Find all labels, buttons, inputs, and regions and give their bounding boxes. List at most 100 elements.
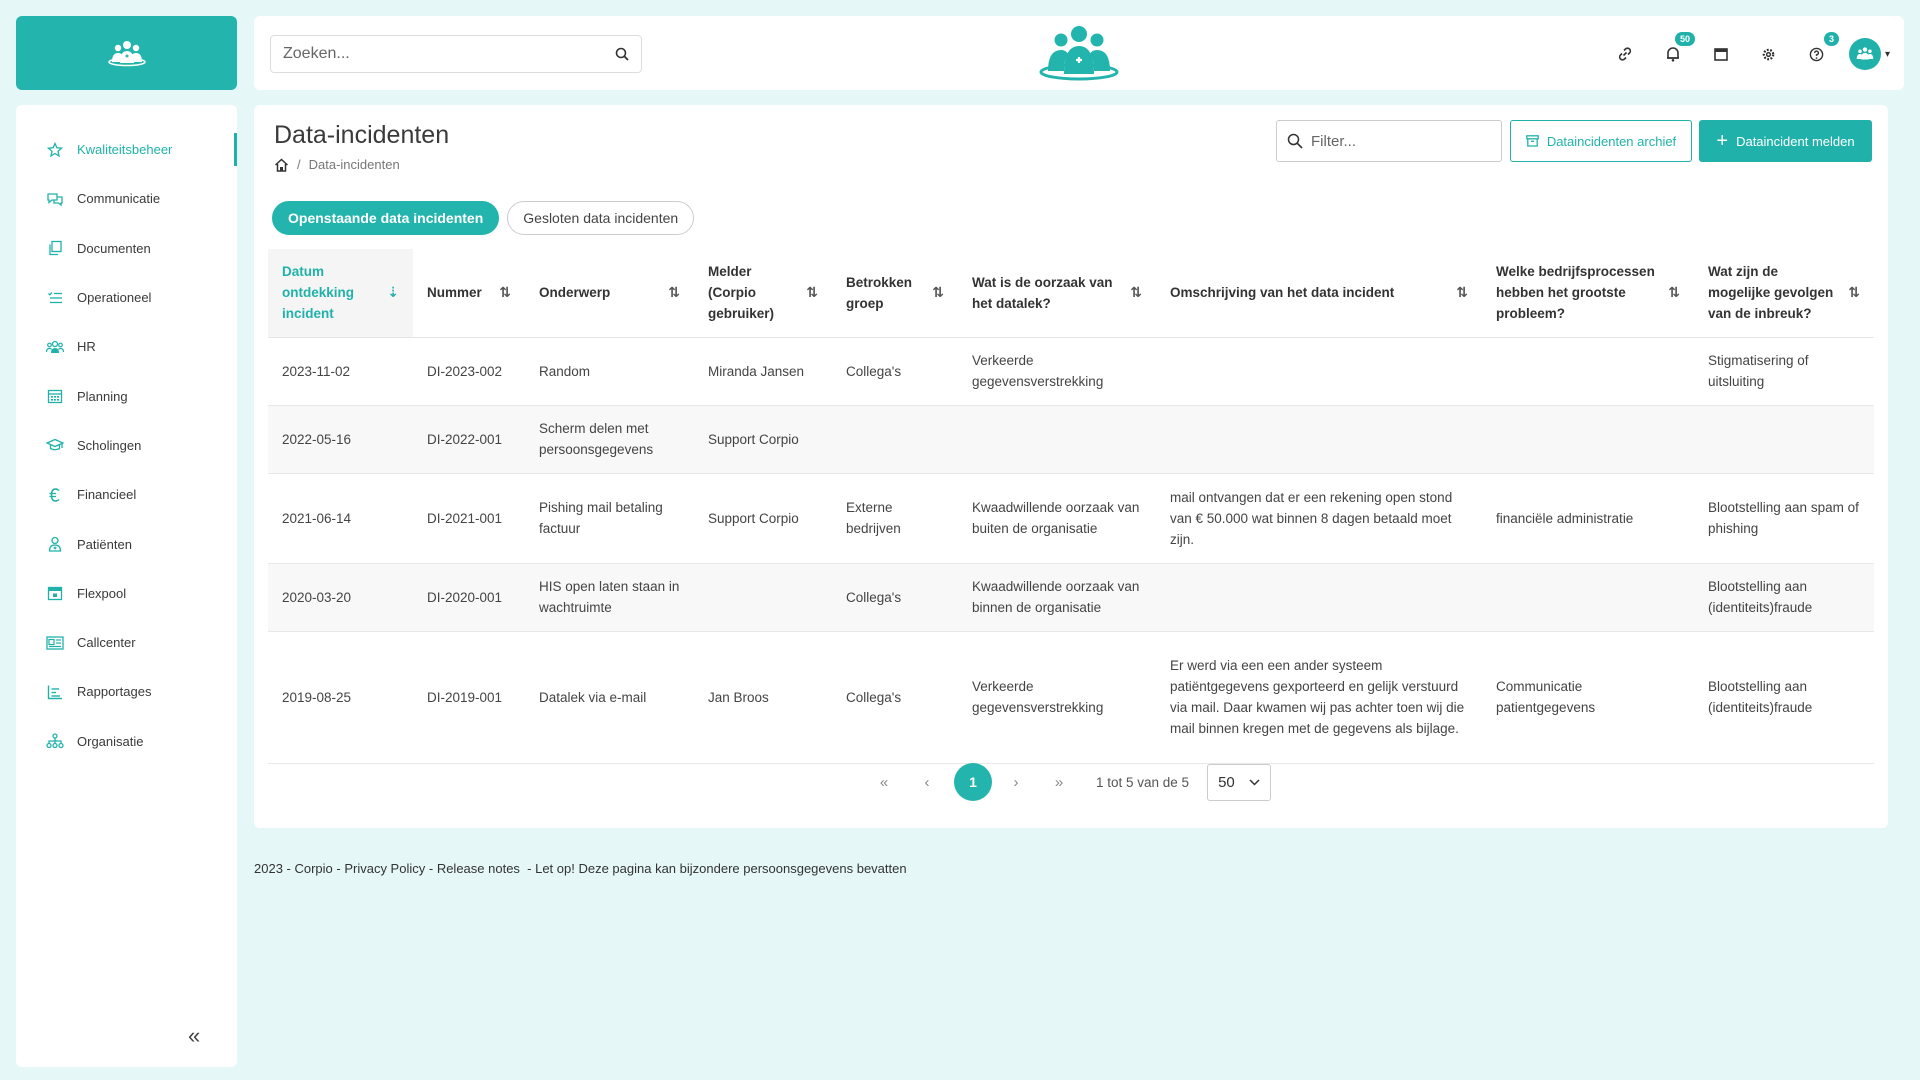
column-header[interactable]: Datum ontdekking incident ⇣ (268, 249, 413, 338)
footer: 2023 - Corpio - Privacy Policy - Release… (254, 861, 907, 876)
sidebar-item-flexpool[interactable]: Flexpool (16, 569, 237, 618)
table-cell: 2022-05-16 (268, 405, 413, 474)
column-header[interactable]: Nummer ⇅ (413, 249, 525, 338)
help-badge: 3 (1823, 32, 1839, 46)
user-avatar[interactable] (1848, 38, 1881, 70)
column-header[interactable]: Omschrijving van het data incident ⇅ (1156, 249, 1482, 338)
tab-open-incidents[interactable]: Openstaande data incidenten (272, 201, 500, 235)
sidebar-item-documenten[interactable]: Documenten (16, 224, 237, 273)
table-row[interactable]: 2021-06-14 DI-2021-001 Pishing mail betali… (268, 473, 1874, 564)
table-cell: Kwaadwillende oorzaak van binnen de orga… (958, 563, 1156, 632)
sidebar-item-label: Documenten (77, 240, 151, 256)
brand-logo-tile[interactable] (16, 16, 237, 90)
table-cell: HIS open laten staan in wachtruimte (525, 563, 694, 632)
sidebar-item-label: Kwaliteitsbeheer (77, 142, 173, 158)
calendar-icon[interactable] (1709, 42, 1733, 66)
sidebar-item-rapportages[interactable]: Rapportages (16, 667, 237, 716)
filter-input[interactable] (1311, 132, 1481, 150)
sort-ascending-icon[interactable]: ⇣ (387, 282, 399, 303)
sort-icon[interactable]: ⇅ (668, 282, 680, 303)
notifications-badge: 50 (1674, 32, 1695, 46)
column-header-label: Nummer (427, 285, 482, 301)
sort-icon[interactable]: ⇅ (499, 282, 511, 303)
next-page-button[interactable]: › (996, 763, 1036, 801)
column-header-label: Wat is de oorzaak van het datalek? (972, 274, 1113, 311)
sort-icon[interactable]: ⇅ (1668, 282, 1680, 303)
search-input[interactable] (283, 45, 615, 63)
calendar-icon (46, 387, 64, 405)
sort-icon[interactable]: ⇅ (1848, 282, 1860, 303)
graduation-cap-icon (46, 436, 64, 454)
sort-icon[interactable]: ⇅ (1456, 282, 1468, 303)
home-icon[interactable] (274, 157, 289, 172)
prev-page-button[interactable]: ‹ (907, 763, 947, 801)
last-page-button[interactable]: » (1039, 763, 1079, 801)
table-row[interactable]: 2020-03-20 DI-2020-001 HIS open laten staa… (268, 563, 1874, 632)
report-icon (46, 683, 64, 701)
current-page-button[interactable]: 1 (954, 763, 992, 801)
table-cell: Er werd via een een ander systeem patiën… (1156, 631, 1482, 764)
sidebar-item-organisatie[interactable]: Organisatie (16, 717, 237, 766)
table-cell: Stigmatisering of uitsluiting (1694, 337, 1874, 406)
sidebar: Kwaliteitsbeheer Communicatie Documenten Op… (16, 105, 237, 1067)
main-content: Data-incidenten / Data-incidenten Datain… (254, 105, 1888, 828)
table-row[interactable]: 2023-11-02 DI-2023-002 Random Miranda Janse… (268, 337, 1874, 406)
column-header[interactable]: Onderwerp ⇅ (525, 249, 694, 338)
sidebar-item-label: HR (77, 339, 96, 355)
release-notes-link[interactable]: Release notes (437, 861, 520, 876)
table-cell: Collega's (832, 631, 958, 764)
link-icon[interactable] (1613, 42, 1637, 66)
user-menu-caret-icon[interactable]: ▾ (1885, 49, 1890, 60)
table-cell (1156, 337, 1482, 406)
table-row[interactable]: 2022-05-16 DI-2022-001 Scherm delen met pe… (268, 405, 1874, 474)
archive-button[interactable]: Dataincidenten archief (1510, 120, 1692, 162)
sidebar-item-patinten[interactable]: Patiënten (16, 519, 237, 568)
archive-icon (1525, 135, 1539, 147)
table-cell: 2020-03-20 (268, 563, 413, 632)
table-cell: Kwaadwillende oorzaak van buiten de orga… (958, 473, 1156, 564)
privacy-policy-link[interactable]: Privacy Policy (344, 861, 425, 876)
sort-icon[interactable]: ⇅ (1130, 282, 1142, 303)
column-header[interactable]: Wat is de oorzaak van het datalek? ⇅ (958, 249, 1156, 338)
sort-icon[interactable]: ⇅ (806, 282, 818, 303)
notifications-bell-icon[interactable]: 50 (1661, 32, 1695, 66)
column-header[interactable]: Welke bedrijfsprocessen hebben het groot… (1482, 249, 1694, 338)
documents-icon (46, 239, 64, 257)
table-cell: Communicatie patientgegevens (1482, 631, 1694, 764)
tab-closed-incidents[interactable]: Gesloten data incidenten (507, 201, 695, 235)
sidebar-item-planning[interactable]: Planning (16, 371, 237, 420)
report-incident-button[interactable]: + Dataincident melden (1699, 120, 1872, 162)
search-icon[interactable] (615, 47, 629, 61)
help-icon[interactable]: 3 (1805, 32, 1839, 66)
settings-gear-icon[interactable] (1757, 42, 1781, 66)
column-header[interactable]: Betrokken groep ⇅ (832, 249, 958, 338)
sidebar-item-scholingen[interactable]: Scholingen (16, 421, 237, 470)
incident-tabs: Openstaande data incidenten Gesloten data… (272, 201, 702, 235)
table-cell: DI-2022-001 (413, 405, 525, 474)
collapse-sidebar-button[interactable]: « (188, 1023, 200, 1049)
first-page-button[interactable]: « (864, 763, 904, 801)
euro-icon (46, 486, 64, 504)
column-header[interactable]: Wat zijn de mogelijke gevolgen van de in… (1694, 249, 1874, 338)
chevron-down-icon (1249, 778, 1260, 786)
column-header-label: Onderwerp (539, 285, 611, 301)
sidebar-item-callcenter[interactable]: Callcenter (16, 618, 237, 667)
page-size-select[interactable]: 50 (1207, 763, 1272, 801)
table-cell (694, 563, 832, 632)
sidebar-item-kwaliteitsbeheer[interactable]: Kwaliteitsbeheer (16, 125, 237, 174)
breadcrumb: / Data-incidenten (274, 157, 400, 172)
column-header-label: Betrokken groep (846, 274, 913, 311)
table-cell: Jan Broos (694, 631, 832, 764)
sidebar-item-operationeel[interactable]: Operationeel (16, 273, 237, 322)
sidebar-item-financieel[interactable]: Financieel (16, 470, 237, 519)
sidebar-item-hr[interactable]: HR (16, 322, 237, 371)
center-logo[interactable] (1037, 24, 1121, 85)
table-cell: Scherm delen met persoonsgegevens (525, 405, 694, 474)
table-row[interactable]: 2019-08-25 DI-2019-001 Datalek via e-mail J… (268, 631, 1874, 764)
table-cell: DI-2020-001 (413, 563, 525, 632)
sidebar-item-communicatie[interactable]: Communicatie (16, 174, 237, 223)
column-header[interactable]: Melder (Corpio gebruiker) ⇅ (694, 249, 832, 338)
sidebar-menu: Kwaliteitsbeheer Communicatie Documenten Op… (16, 105, 237, 766)
sort-icon[interactable]: ⇅ (932, 282, 944, 303)
table-body: 2023-11-02 DI-2023-002 Random Miranda Janse… (268, 337, 1874, 764)
